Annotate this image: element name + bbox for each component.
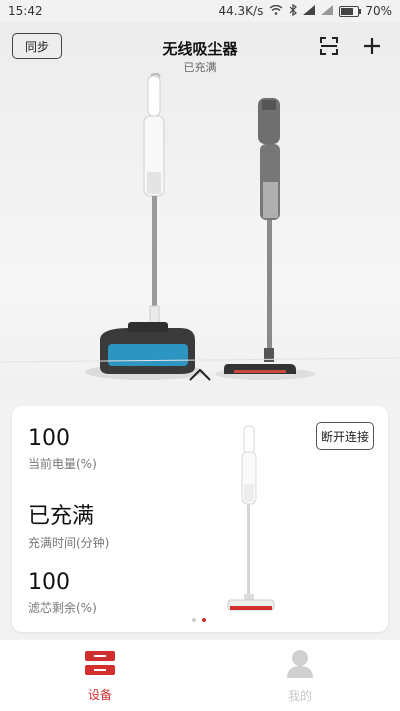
status-bar: 15:42 44.3K/s 70% bbox=[0, 0, 400, 22]
sync-button[interactable]: 同步 bbox=[12, 33, 62, 59]
battery-stat: 100 当前电量(%) bbox=[28, 426, 97, 472]
bottom-nav: 设备 我的 bbox=[0, 640, 400, 711]
plus-icon[interactable] bbox=[362, 36, 382, 56]
device-info-card: 100 当前电量(%) 已充满 充满时间(分钟) 100 滤芯剩余(%) 断开连… bbox=[12, 406, 388, 632]
status-indicators: 44.3K/s 70% bbox=[218, 3, 392, 19]
charge-value: 已充满 bbox=[28, 504, 95, 529]
disconnect-button[interactable]: 断开连接 bbox=[316, 422, 374, 450]
filter-value: 100 bbox=[28, 570, 70, 595]
charge-label: 充满时间(分钟) bbox=[28, 536, 110, 550]
signal-icon bbox=[303, 4, 316, 18]
battery-icon bbox=[339, 5, 362, 17]
filter-label: 滤芯剩余(%) bbox=[28, 601, 97, 615]
page-indicator bbox=[192, 618, 206, 622]
charge-stat: 已充满 充满时间(分钟) bbox=[28, 498, 109, 551]
page-dot-active[interactable] bbox=[202, 618, 206, 622]
product-hero bbox=[0, 22, 400, 400]
battery-percent: 70% bbox=[365, 4, 392, 18]
vacuum-thumbnail bbox=[227, 425, 275, 611]
device-status-subtitle: 已充满 bbox=[183, 61, 217, 74]
nav-item-profile[interactable]: 我的 bbox=[200, 640, 400, 711]
nav-item-device[interactable]: 设备 bbox=[0, 640, 200, 711]
status-time: 15:42 bbox=[8, 4, 43, 18]
wifi-icon bbox=[269, 4, 283, 18]
user-icon bbox=[285, 648, 315, 681]
vacuum-product-image bbox=[0, 72, 400, 380]
device-icon bbox=[83, 649, 117, 680]
bluetooth-icon bbox=[289, 3, 298, 19]
filter-stat: 100 滤芯剩余(%) bbox=[28, 570, 97, 616]
page-dot[interactable] bbox=[192, 618, 196, 622]
scan-icon[interactable] bbox=[319, 36, 339, 56]
nav-label-device: 设备 bbox=[87, 687, 112, 702]
chevron-up-icon[interactable] bbox=[186, 366, 214, 384]
battery-value: 100 bbox=[28, 426, 70, 451]
signal-icon-2 bbox=[321, 4, 334, 18]
network-speed: 44.3K/s bbox=[218, 4, 264, 18]
battery-label: 当前电量(%) bbox=[28, 457, 97, 471]
nav-label-profile: 我的 bbox=[287, 688, 312, 703]
